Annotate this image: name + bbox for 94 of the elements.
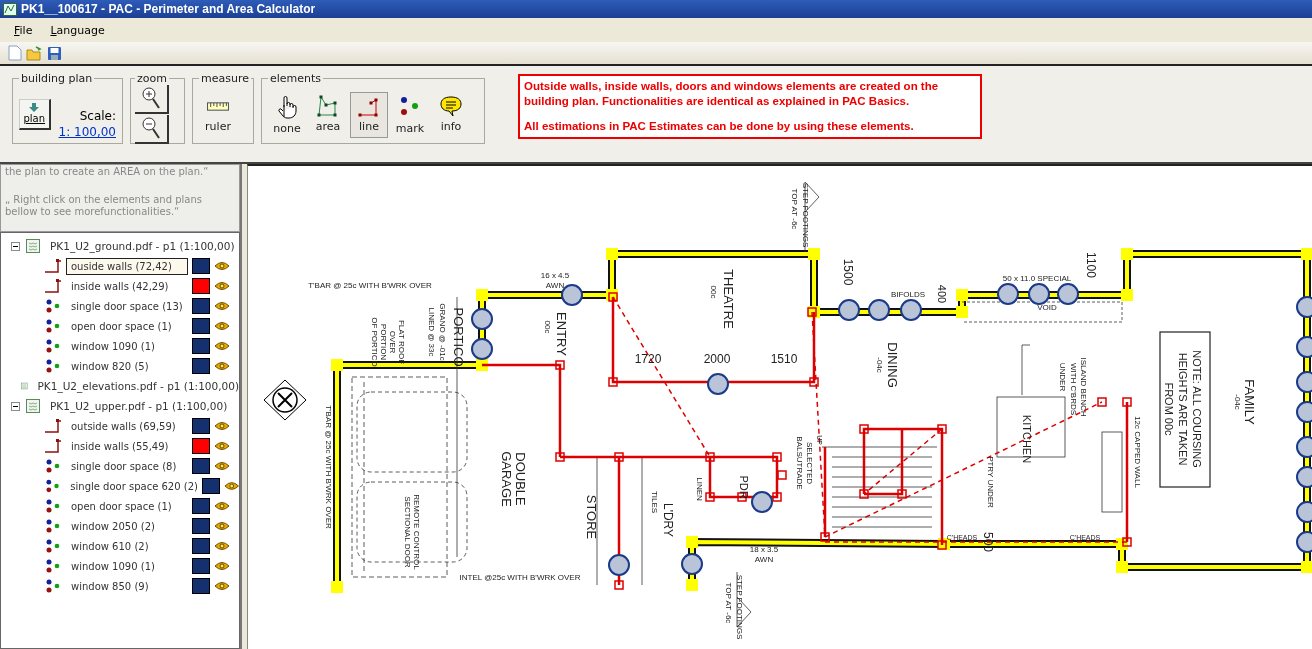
- element-item[interactable]: window 610 (2): [66, 537, 188, 555]
- plan-label: NOTE: ALL COURSING: [1191, 350, 1204, 468]
- plan-label: STEP FOOTINGS: [734, 574, 744, 640]
- plan-label: ENTRY: [553, 312, 569, 356]
- element-item[interactable]: open door space (1): [66, 317, 188, 335]
- element-item[interactable]: outside walls (69,59): [66, 417, 188, 435]
- plan-label: DOUBLE: [512, 452, 528, 506]
- plan-label: 400: [936, 284, 949, 304]
- tool-button[interactable]: mark: [391, 91, 429, 138]
- plan-label: 1100: [1083, 252, 1098, 278]
- plan-label: 00c: [708, 285, 718, 299]
- menu-item[interactable]: Language: [44, 21, 111, 39]
- plan-label: 00c: [542, 320, 552, 334]
- plan-label: THEATRE: [720, 269, 736, 329]
- element-item[interactable]: inside walls (42,29): [66, 277, 188, 295]
- info-text: All estimations in PAC Estimates can be done by using these elements.: [524, 118, 915, 134]
- plan-label: 16 x 4.5: [540, 271, 570, 281]
- element-item[interactable]: single door space (13): [66, 297, 188, 315]
- element-item[interactable]: window 1090 (1): [66, 557, 188, 575]
- plan-label: -04c: [874, 357, 884, 373]
- scale-label: Scale:: [79, 109, 116, 123]
- plan-label: KITCHEN: [1021, 414, 1034, 464]
- help-text: „ Right click on the elements and plans bellow to see morefunctionalities.“: [5, 194, 204, 218]
- plan-label: BIFOLDS: [890, 290, 926, 300]
- plan-label: -04c: [1232, 394, 1242, 410]
- plan-label: REMOTE CONTROL: [411, 494, 421, 570]
- plan-label: 50 x 11.0 SPECIAL: [1002, 274, 1072, 284]
- plan-label: AWN: [754, 555, 774, 565]
- element-item[interactable]: inside walls (55,49): [66, 437, 188, 455]
- group-title: elements: [269, 72, 323, 85]
- plan-label: 1720: [634, 352, 662, 367]
- info-text: Outside walls, inside walls, doors and windows elements are created on the building plan. Functionalities are identical as explained in PAC Basics.: [524, 79, 940, 109]
- element-item[interactable]: single door space (8): [66, 457, 188, 475]
- element-item[interactable]: window 1090 (1): [66, 337, 188, 355]
- plan-label: LINED @ 33c: [426, 307, 436, 357]
- tool-button[interactable]: area: [309, 91, 347, 138]
- plan-label: L'DRY: [660, 502, 675, 538]
- element-item[interactable]: window 850 (9): [66, 577, 188, 595]
- help-text: the plan to create an AREA on the plan.“: [5, 166, 210, 178]
- plan-label: 2000: [703, 352, 731, 367]
- plan-label: 1500: [840, 258, 855, 286]
- tool-button[interactable]: none: [268, 91, 306, 138]
- plan-label: PDR: [738, 475, 751, 499]
- plan-label: T'BAR @ 25c WITH B'WRK OVER: [308, 281, 432, 291]
- plan-label: FAMILY: [1241, 379, 1257, 425]
- tool-button[interactable]: info: [432, 91, 470, 138]
- plan-label: VOID: [1037, 303, 1057, 313]
- scale-link[interactable]: 1: 100,00: [58, 125, 116, 139]
- plan-label: UNDER: [1057, 362, 1067, 392]
- ruler-button[interactable]: ruler: [199, 92, 237, 136]
- plan-label: 1510: [770, 352, 798, 367]
- plan-label: TOP AT -6c: [789, 188, 799, 230]
- plan-label: OF PORTICO: [369, 317, 379, 367]
- plan-label: ISLAND BENCH: [1078, 357, 1088, 417]
- window-title: PK1__100617 - PAC - Perimeter and Area Calculator: [21, 2, 316, 16]
- plan-node[interactable]: PK1_U2_ground.pdf - p1 (1:100,00): [50, 240, 235, 252]
- tool-button[interactable]: line: [350, 91, 388, 138]
- plan-node[interactable]: PK1_U2_elevations.pdf - p1 (1:100,00): [37, 380, 239, 392]
- group-title: measure: [200, 72, 250, 85]
- plan-label: INTEL @25c WITH B'WRK OVER: [459, 573, 581, 583]
- plan-label: STEP FOOTINGS: [800, 182, 810, 248]
- plan-label: OVER: [387, 330, 397, 354]
- plan-label: DINING: [884, 342, 900, 388]
- plan-label: STORE: [583, 494, 599, 540]
- plan-label: TILES: [649, 490, 659, 514]
- plan-label: 12c CAPPED WALL: [1132, 416, 1142, 488]
- plan-label: TOP AT -6c: [723, 582, 733, 624]
- plan-label: 18 x 3.5: [749, 545, 779, 555]
- plan-label: GARAGE: [498, 451, 514, 507]
- plan-label: FROM 00c: [1163, 382, 1176, 436]
- plan-label: SECTIONAL DOOR: [402, 496, 412, 568]
- menu-item[interactable]: File: [8, 21, 39, 39]
- group-title: zoom: [136, 72, 168, 85]
- plan-node[interactable]: PK1_U2_upper.pdf - p1 (1:100,00): [50, 400, 228, 412]
- plan-button[interactable]: plan: [19, 98, 51, 130]
- plan-label: PORTION: [378, 323, 388, 361]
- plan-label: AWN: [545, 281, 565, 291]
- group-title: building plan: [20, 72, 94, 85]
- element-item[interactable]: ouside walls (72,42): [66, 257, 188, 275]
- plan-label: HEIGHTS ARE TAKEN: [1177, 352, 1190, 466]
- plan-label: BALSUTRADE: [794, 436, 804, 490]
- plan-label: WITH C'BRDS: [1068, 362, 1078, 416]
- element-item[interactable]: open door space (1): [66, 497, 188, 515]
- element-item[interactable]: window 2050 (2): [66, 517, 188, 535]
- plan-label: LINEN: [694, 477, 704, 501]
- plan-label: PORTICO: [450, 307, 466, 367]
- plan-label: PTRY UNDER: [985, 456, 995, 508]
- element-item[interactable]: single door space 620 (2): [65, 477, 199, 495]
- plan-label: SELECTED: [804, 441, 814, 485]
- plan-label: GRANO @ -01c: [437, 303, 447, 361]
- element-item[interactable]: window 820 (5): [66, 357, 188, 375]
- plan-label: 500: [980, 532, 995, 552]
- plan-label: FLAT ROOF: [396, 319, 406, 365]
- plan-label: T'BAR @ 25c WITH B'WRK OVER: [323, 405, 333, 529]
